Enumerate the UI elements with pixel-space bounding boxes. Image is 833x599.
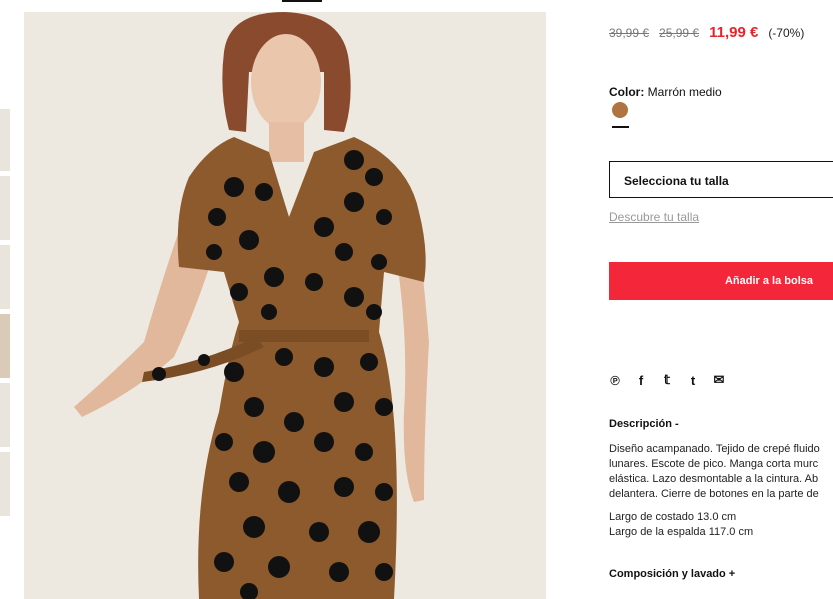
tab-active-indicator — [282, 0, 322, 2]
price-block: 39,99 € 25,99 € 11,99 € (-70%) — [609, 24, 804, 41]
description-line: delantera. Cierre de botones en la parte… — [609, 488, 819, 500]
swatch-selected-indicator — [612, 126, 629, 128]
current-price: 11,99 € — [709, 24, 759, 41]
color-selector-label: Color: Marrón medio — [609, 85, 722, 99]
description-line: Diseño acampanado. Tejido de crepé fluid… — [609, 443, 820, 455]
tumblr-icon[interactable]: t — [687, 373, 699, 388]
add-to-bag-button[interactable]: Añadir a la bolsa — [609, 262, 833, 300]
description-toggle[interactable]: Descripción - — [609, 418, 679, 430]
thumbnail[interactable] — [0, 451, 10, 516]
description-text: Diseño acampanado. Tejido de crepé fluid… — [609, 442, 833, 502]
measurements: Largo de costado 13.0 cm Largo de la esp… — [609, 510, 753, 540]
model-photo — [24, 12, 546, 599]
measurement-line: Largo de la espalda 117.0 cm — [609, 526, 754, 538]
facebook-icon[interactable]: f — [635, 373, 647, 388]
color-value: Marrón medio — [647, 85, 722, 99]
size-guide-link[interactable]: Descubre tu talla — [609, 210, 699, 224]
color-swatch[interactable] — [612, 102, 628, 118]
size-select[interactable]: Selecciona tu talla — [609, 161, 833, 198]
original-price: 39,99 € — [609, 26, 650, 40]
email-icon[interactable]: ✉ — [713, 372, 725, 388]
description-line: lunares. Escote de pico. Manga corta mur… — [609, 458, 819, 470]
thumbnail[interactable] — [0, 313, 10, 378]
composition-toggle[interactable]: Composición y lavado + — [609, 568, 735, 580]
thumbnail[interactable] — [0, 244, 10, 309]
description-line: elástica. Lazo desmontable a la cintura.… — [609, 473, 819, 485]
pinterest-icon[interactable]: ℗ — [609, 373, 621, 388]
share-icons: ℗ f 𝕥 t ✉ — [609, 372, 725, 388]
thumbnail[interactable] — [0, 382, 10, 447]
twitter-icon[interactable]: 𝕥 — [661, 372, 673, 388]
product-image[interactable] — [24, 12, 546, 599]
previous-price: 25,99 € — [659, 26, 700, 40]
color-label: Color: — [609, 85, 645, 99]
discount-badge: (-70%) — [768, 26, 805, 40]
measurement-line: Largo de costado 13.0 cm — [609, 511, 737, 523]
thumbnail[interactable] — [0, 175, 10, 240]
thumbnail[interactable] — [0, 108, 10, 171]
